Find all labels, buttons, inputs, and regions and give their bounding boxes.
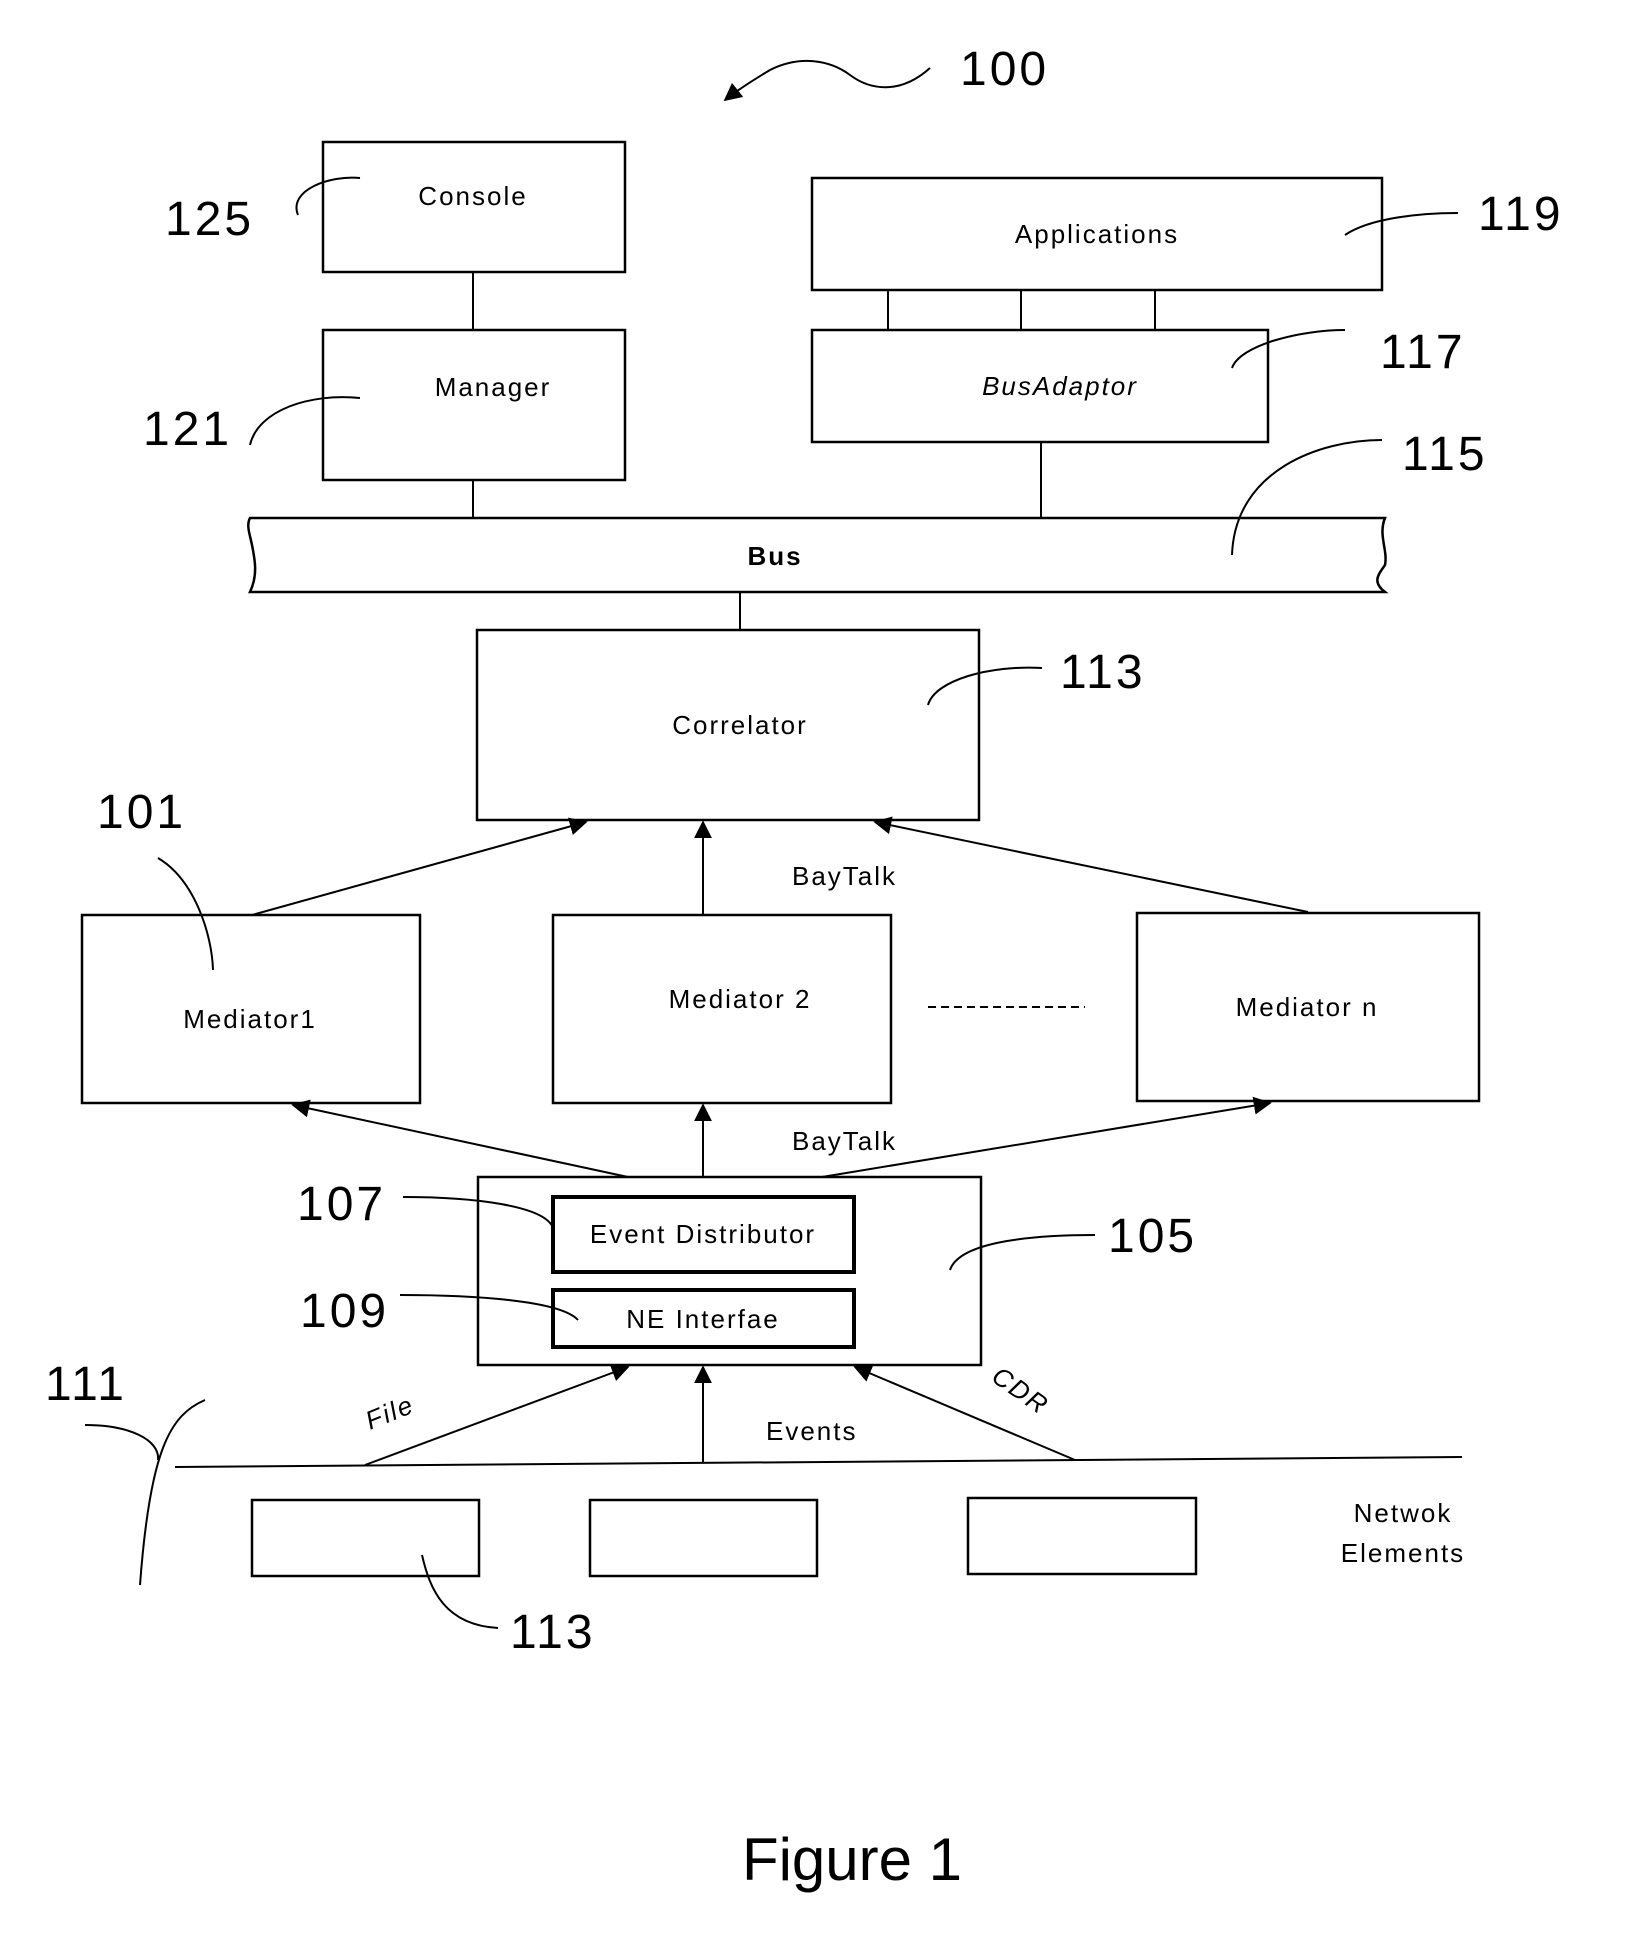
mediator1-block: Mediator1 101 [80,786,422,1105]
ref-113-correlator: 113 [1060,646,1146,699]
collector-block: Event Distributor NE Interfae 107 109 10… [297,1175,1197,1367]
network-to-collector-arrows: File Events CDR [361,1360,1076,1466]
mediators-to-correlator-arrows: BayTalk [251,816,1309,916]
ref-109: 109 [300,1285,389,1338]
ref-125: 125 [165,193,254,246]
figure-reference-100: 100 [723,43,1049,102]
network-element-box-2 [588,1498,819,1578]
manager-block: Manager 121 [143,328,627,482]
bus-adaptor-block: BusAdaptor 117 [810,326,1466,444]
applications-block: Applications 119 [810,176,1564,292]
bus-adaptor-label: BusAdaptor [982,371,1138,401]
mediator-n-block: Mediator n [1135,911,1481,1103]
ref-111: 111 [45,1358,127,1411]
network-element-box-1 [250,1498,481,1578]
applications-adaptor-links [887,290,1156,330]
ref-117: 117 [1380,326,1466,379]
network-elements-label-line2: Elements [1341,1538,1465,1568]
system-diagram: 100 Console 125 Manager 121 Applications… [45,43,1564,1893]
ref-107: 107 [297,1178,386,1231]
console-block: Console 125 [165,140,627,274]
network-element-box-3 [966,1496,1198,1576]
network-elements: Netwok Elements 113 [250,1496,1465,1659]
manager-label: Manager [435,372,552,402]
baytalk-lower-label: BayTalk [792,1126,897,1156]
ref-105: 105 [1108,1210,1197,1263]
bus-shape [247,516,1389,594]
bus-label: Bus [747,541,802,571]
ref-119: 119 [1478,188,1564,241]
cdr-label: CDR [987,1360,1055,1420]
ref-115: 115 [1402,428,1488,481]
manager-box [321,328,627,482]
baytalk-upper-label: BayTalk [792,861,897,891]
network-line-reference: 111 [45,1358,206,1586]
network-elements-label-line1: Netwok [1354,1498,1453,1528]
ref-101: 101 [97,786,186,839]
applications-label: Applications [1015,219,1179,249]
correlator-block: Correlator 113 [475,628,1146,822]
mediator-n-label: Mediator n [1236,992,1379,1022]
figure-caption: Figure 1 [742,1826,962,1893]
network-line [174,1456,1463,1468]
file-label: File [361,1389,419,1436]
ref-100: 100 [960,43,1049,96]
ref-121: 121 [143,403,232,456]
ref-113-network-element: 113 [510,1606,596,1659]
correlator-label: Correlator [672,710,808,740]
collector-to-mediators-arrows: BayTalk [291,1096,1272,1178]
arrow-mediatorn-correlator [873,816,1309,913]
mediator2-block: Mediator 2 [551,913,893,1105]
event-distributor-label: Event Distributor [590,1219,816,1249]
mediator1-label: Mediator1 [183,1004,317,1034]
ne-interface-label: NE Interfae [626,1304,780,1334]
arrow-collector-mediator1 [291,1099,629,1178]
arrow-mediator1-correlator [251,817,588,916]
mediator2-label: Mediator 2 [669,984,812,1014]
events-label: Events [766,1416,858,1446]
console-label: Console [418,181,527,211]
